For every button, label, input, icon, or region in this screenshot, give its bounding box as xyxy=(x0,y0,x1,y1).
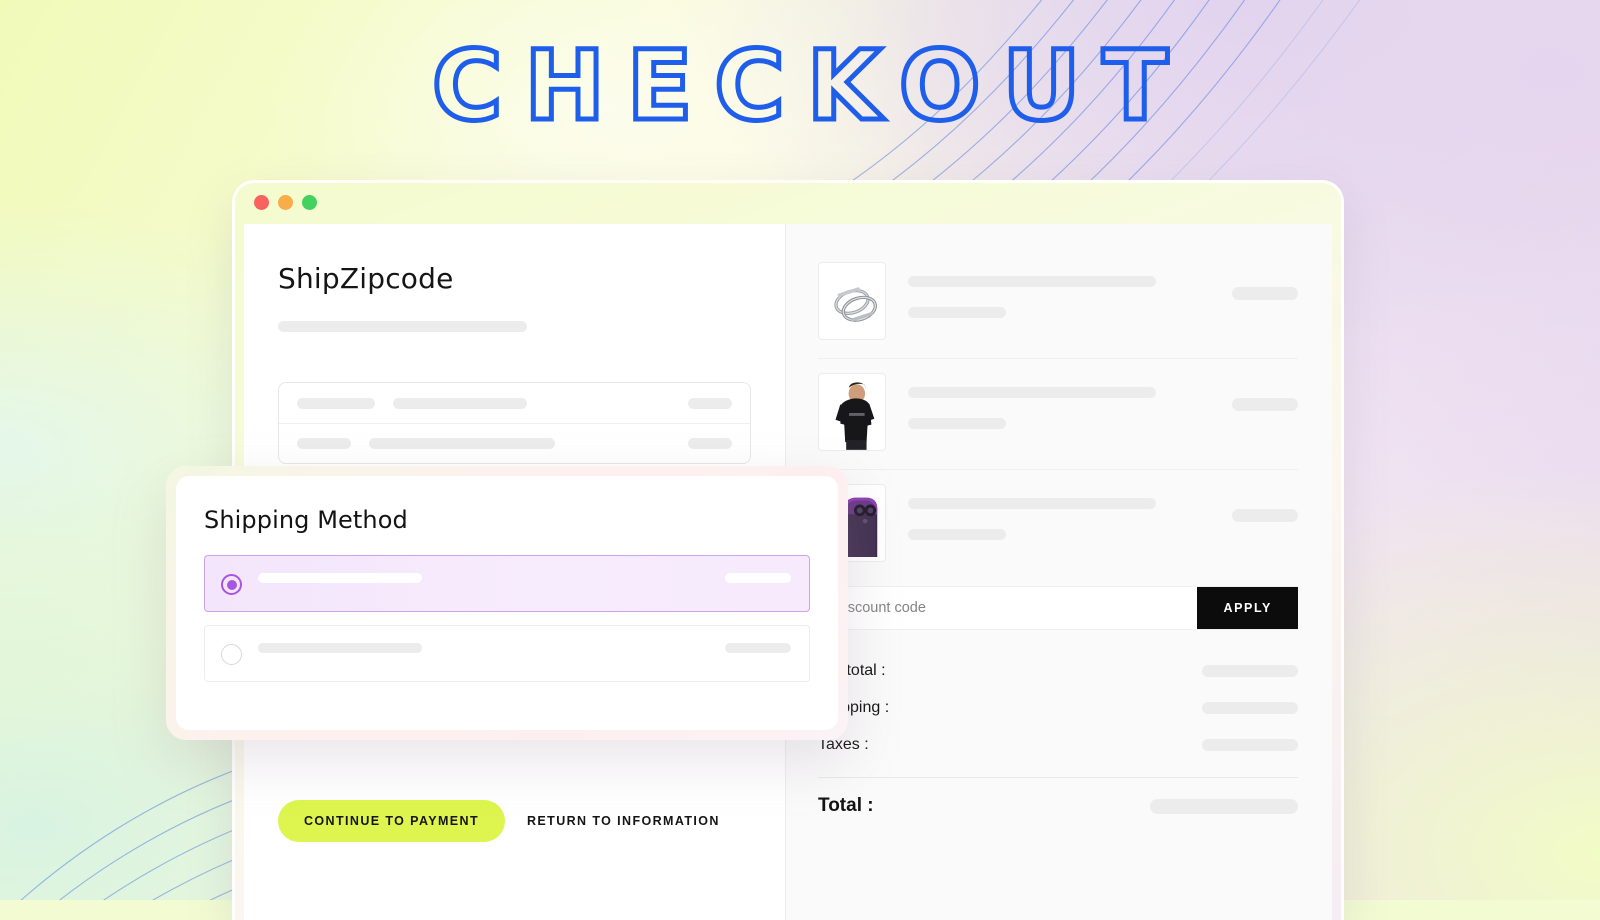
grand-total-value-skeleton xyxy=(1150,798,1298,814)
grand-total-row: Total : xyxy=(818,778,1298,834)
continue-to-payment-button[interactable]: CONTINUE TO PAYMENT xyxy=(278,800,505,842)
order-item-title-skeleton xyxy=(908,276,1156,287)
window-titlebar xyxy=(232,180,1344,224)
contact-address-box xyxy=(278,382,751,464)
form-field-value-skeleton xyxy=(369,438,555,449)
order-item-meta xyxy=(908,373,1210,429)
form-actions: CONTINUE TO PAYMENT RETURN TO INFORMATIO… xyxy=(278,800,720,842)
taxes-value-skeleton xyxy=(1202,738,1298,751)
order-item-price-skeleton xyxy=(1232,287,1298,300)
order-item-variant-skeleton xyxy=(908,529,1006,540)
shipping-option-1-top xyxy=(258,573,791,583)
brand-subtitle-skeleton xyxy=(278,321,527,332)
order-item-title-skeleton xyxy=(908,498,1156,509)
form-field-value-skeleton xyxy=(393,397,527,409)
order-item-variant-skeleton xyxy=(908,418,1006,429)
order-totals: Subtotal : Shipping : Taxes : Total : xyxy=(818,630,1298,834)
shipping-row: Shipping : xyxy=(818,689,1298,726)
shipping-option-name-skeleton xyxy=(258,643,422,653)
taxes-row: Taxes : xyxy=(818,726,1298,763)
shipping-method-modal: Shipping Method xyxy=(166,466,848,740)
maximize-window-icon[interactable] xyxy=(302,194,317,210)
shipping-method-card: Shipping Method xyxy=(176,476,838,730)
rings-thumbnail xyxy=(818,262,886,340)
order-line-item[interactable] xyxy=(818,469,1298,580)
tshirt-model-thumbnail xyxy=(818,373,886,451)
close-window-icon[interactable] xyxy=(254,194,269,210)
shipping-method-title: Shipping Method xyxy=(204,506,408,534)
form-field-action-skeleton[interactable] xyxy=(688,397,732,409)
form-field-label-skeleton xyxy=(297,397,375,409)
form-field-action-skeleton[interactable] xyxy=(688,438,732,449)
return-to-information-link[interactable]: RETURN TO INFORMATION xyxy=(527,814,720,828)
radio-selected-icon[interactable] xyxy=(221,574,242,595)
discount-code-input[interactable] xyxy=(818,587,1198,629)
shipping-option-price-skeleton xyxy=(725,573,791,583)
order-item-price-skeleton xyxy=(1232,509,1298,522)
shipping-option-2-top xyxy=(258,643,791,653)
shipping-option-2[interactable] xyxy=(204,625,810,682)
order-item-meta xyxy=(908,262,1210,318)
order-line-item[interactable] xyxy=(818,252,1298,358)
form-row[interactable] xyxy=(279,423,750,463)
shipping-option-2-body xyxy=(258,643,791,653)
minimize-window-icon[interactable] xyxy=(278,194,293,210)
shipping-option-name-skeleton xyxy=(258,573,422,583)
order-item-price-skeleton xyxy=(1232,398,1298,411)
order-line-item[interactable] xyxy=(818,358,1298,469)
radio-unselected-icon[interactable] xyxy=(221,644,242,665)
shipping-option-price-skeleton xyxy=(725,643,791,653)
apply-discount-button[interactable]: APPLY xyxy=(1197,587,1298,629)
store-brand-title: ShipZipcode xyxy=(278,262,454,295)
subtotal-value-skeleton xyxy=(1202,664,1298,677)
discount-code-row: APPLY xyxy=(818,586,1298,630)
shipping-value-skeleton xyxy=(1202,701,1298,714)
shipping-option-1-body xyxy=(258,573,791,583)
form-field-label-skeleton xyxy=(297,438,351,449)
subtotal-row: Subtotal : xyxy=(818,652,1298,689)
order-summary-pane: APPLY Subtotal : Shipping : Taxes : Tota xyxy=(785,224,1332,920)
grand-total-label: Total : xyxy=(818,795,874,816)
form-row[interactable] xyxy=(279,383,750,423)
order-item-title-skeleton xyxy=(908,387,1156,398)
order-item-variant-skeleton xyxy=(908,307,1006,318)
radio-dot-icon xyxy=(226,579,237,590)
shipping-option-1[interactable] xyxy=(204,555,810,612)
order-item-meta xyxy=(908,484,1210,540)
